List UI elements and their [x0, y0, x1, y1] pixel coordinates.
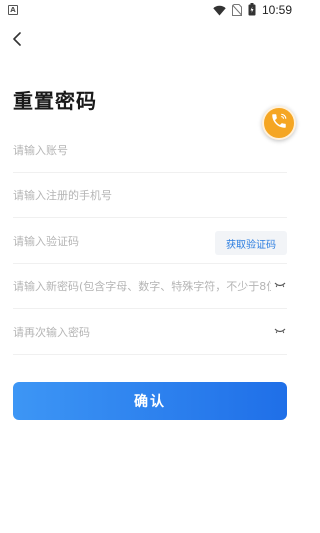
account-field-row — [13, 128, 287, 173]
status-bar-right: 10:59 — [213, 1, 292, 20]
chevron-left-icon — [12, 31, 24, 50]
sim-off-icon — [231, 1, 242, 20]
get-code-button[interactable]: 获取验证码 — [215, 231, 287, 255]
page-title: 重置密码 — [13, 89, 97, 113]
battery-icon — [248, 1, 256, 20]
back-button[interactable] — [8, 30, 28, 50]
status-time: 10:59 — [261, 3, 292, 17]
eye-closed-icon[interactable] — [273, 326, 287, 336]
confirm-button[interactable]: 确认 — [13, 382, 287, 420]
confirm-password-field-row — [13, 310, 287, 355]
eye-closed-icon[interactable] — [273, 280, 287, 290]
confirm-password-input[interactable] — [13, 325, 271, 339]
verification-code-input[interactable] — [13, 234, 203, 248]
new-password-input[interactable] — [13, 279, 271, 293]
new-password-field-row — [13, 264, 287, 309]
status-bar-left: A — [8, 5, 18, 15]
phone-field-row — [13, 173, 287, 218]
status-bar: A 10:59 — [0, 0, 300, 20]
code-field-row: 获取验证码 — [13, 219, 287, 264]
phone-input[interactable] — [13, 188, 287, 202]
account-input[interactable] — [13, 143, 287, 157]
app-notification-icon: A — [8, 5, 18, 15]
wifi-icon — [213, 1, 226, 20]
